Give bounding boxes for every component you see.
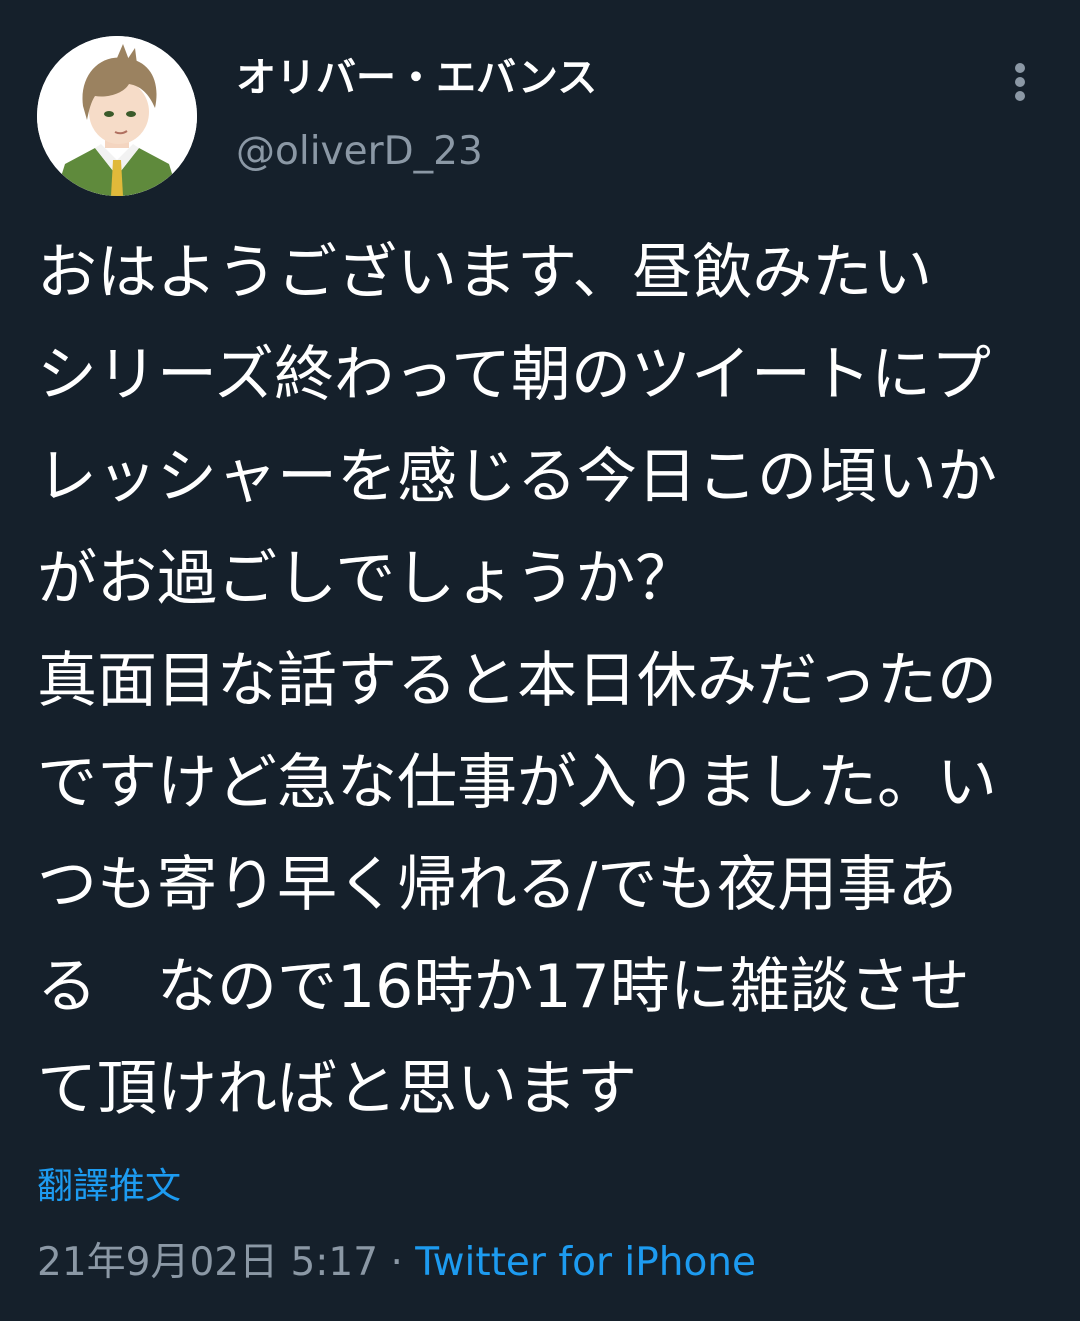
tweet-text: おはようございます、昼飲みたい シリーズ終わって朝のツイートにプ レッシャーを感… <box>37 222 1057 1140</box>
more-vertical-icon <box>1015 63 1025 101</box>
source-link[interactable]: Twitter for iPhone <box>415 1240 756 1285</box>
translate-tweet-link[interactable]: 翻譯推文 <box>37 1162 181 1212</box>
tweet-text-line: シリーズ終わって朝のツイートにプ <box>37 340 991 410</box>
tweet-text-line: ですけど急な仕事が入りました。い <box>37 748 997 818</box>
tweet-meta: 21年9月02日 5:17 · Twitter for iPhone <box>37 1236 756 1290</box>
avatar-illustration <box>37 36 197 196</box>
display-name[interactable]: オリバー・エバンス <box>236 50 597 106</box>
avatar[interactable] <box>37 36 197 196</box>
tweet-text-line: つも寄り早く帰れる/でも夜用事あ <box>37 850 958 920</box>
user-handle[interactable]: @oliverD_23 <box>236 126 483 178</box>
tweet-text-line: レッシャーを感じる今日この頃いか <box>37 442 997 512</box>
timestamp[interactable]: 21年9月02日 5:17 <box>37 1240 378 1285</box>
meta-separator: · <box>378 1240 416 1285</box>
tweet-text-line: る なので16時か17時に雑談させ <box>37 952 970 1022</box>
tweet-text-line: がお過ごしでしょうか？ <box>37 544 696 614</box>
tweet-text-line: 真面目な話すると本日休みだったの <box>37 646 997 716</box>
more-options-button[interactable] <box>1000 56 1040 108</box>
tweet-text-line: て頂ければと思います <box>37 1054 637 1124</box>
tweet-text-line: おはようございます、昼飲みたい <box>37 238 933 308</box>
